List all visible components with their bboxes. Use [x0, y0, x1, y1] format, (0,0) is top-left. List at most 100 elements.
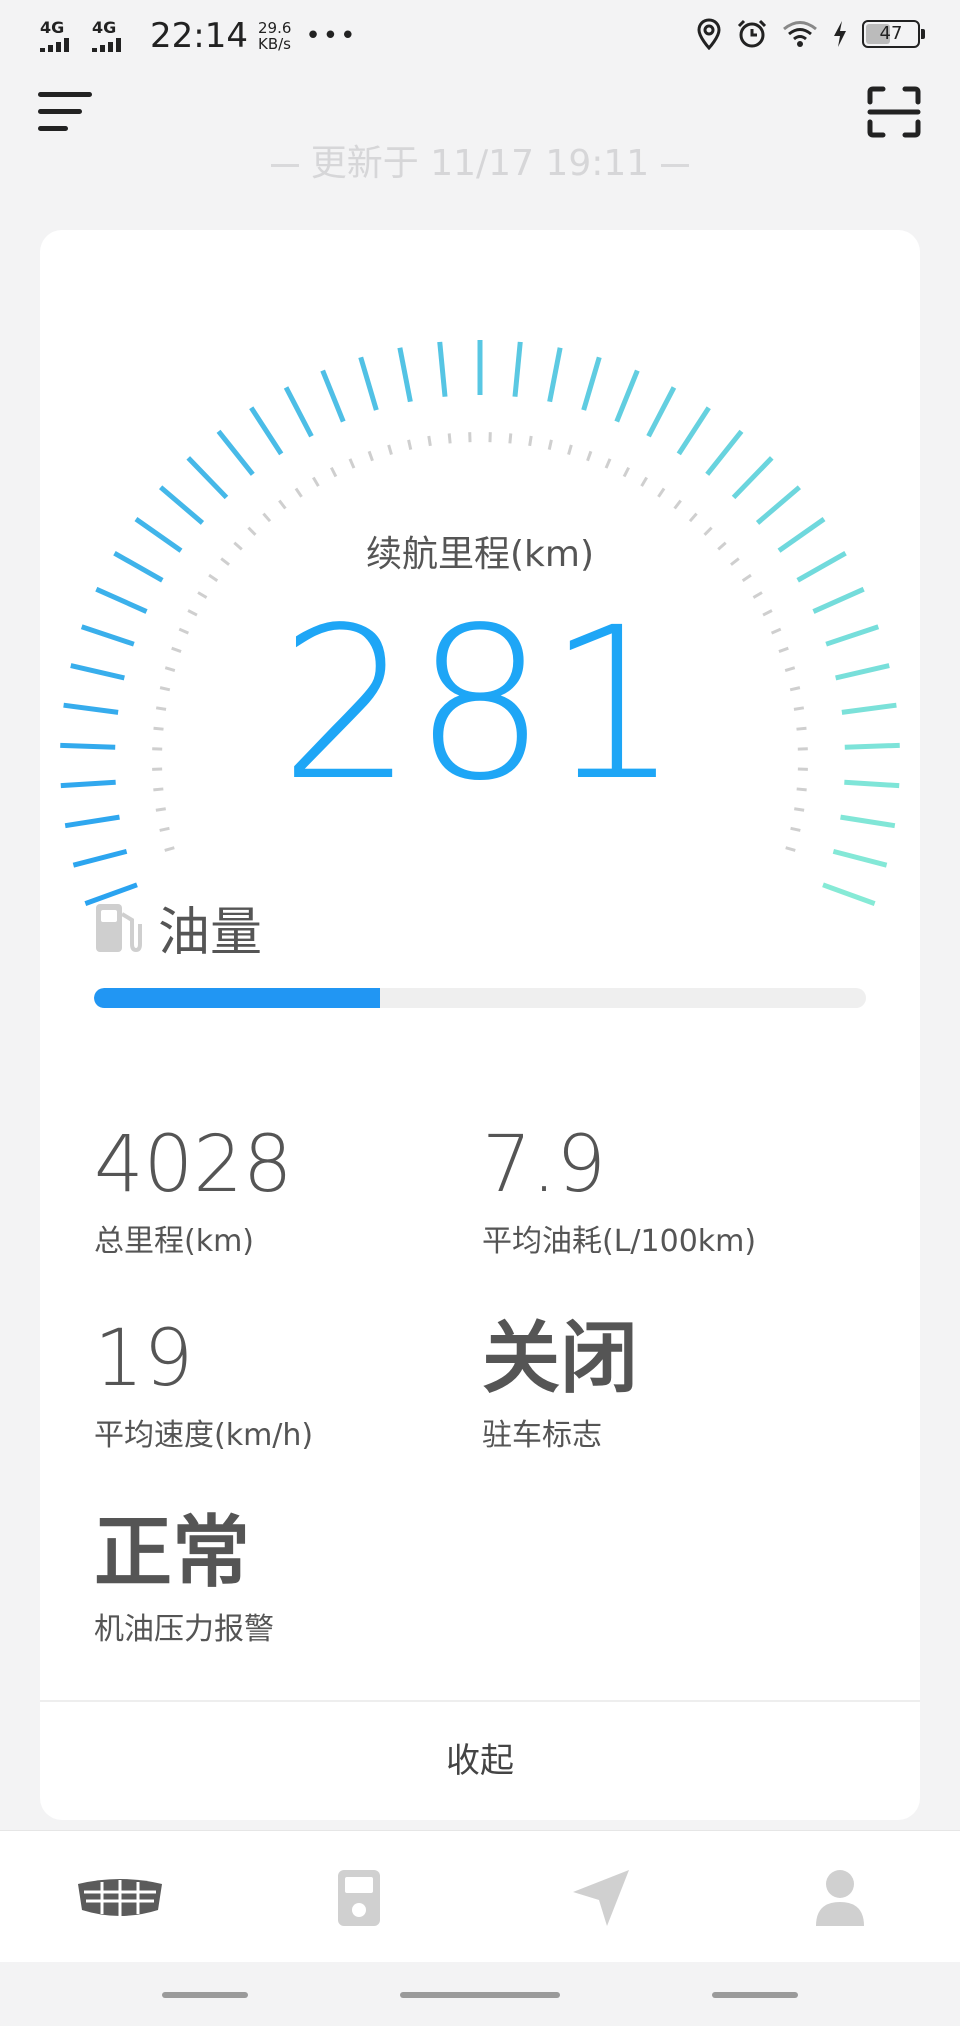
network-speed-unit: KB/s — [257, 35, 291, 53]
alarm-clock-icon — [737, 19, 767, 48]
gauge-minor-tick — [407, 439, 413, 450]
gauge-major-tick — [249, 406, 284, 456]
gauge-minor-tick — [262, 512, 272, 523]
scan-icon[interactable] — [866, 86, 922, 138]
gauge-minor-tick — [508, 433, 513, 444]
gauge-major-tick — [731, 456, 774, 500]
gauge-major-tick — [320, 369, 346, 423]
gauge-minor-tick — [348, 458, 356, 469]
network-type-2: 4G — [92, 18, 117, 37]
gauge-major-tick — [216, 429, 255, 476]
last-updated: 更新于 11/17 19:11 — [0, 134, 960, 186]
fuel-pump-icon — [96, 903, 142, 952]
cellular-signal-1-icon: 4G — [40, 20, 82, 52]
last-updated-text: 更新于 11/17 19:11 — [310, 143, 650, 184]
fuel-level-fill — [94, 988, 380, 1008]
stat-value: 7.9 — [482, 1120, 607, 1210]
stat-value: 关闭 — [482, 1314, 639, 1404]
range-label: 续航里程(km) — [365, 534, 594, 575]
clock-time: 22:14 — [150, 16, 248, 56]
gauge-minor-tick — [785, 846, 796, 852]
gauge-minor-tick — [159, 826, 170, 832]
vehicle-status-card: 续航里程(km) 281 油量 4028 总里程(km) 7.9 平均油耗(L/… — [40, 230, 920, 1820]
car-grille-icon — [78, 1879, 162, 1916]
gauge-major-tick — [397, 347, 413, 403]
menu-button[interactable] — [38, 90, 94, 132]
network-type-1: 4G — [40, 18, 65, 37]
gauge-minor-tick — [567, 444, 573, 455]
wifi-icon — [783, 21, 817, 47]
stat-oil-pressure-alarm: 正常 机油压力报警 — [94, 1508, 274, 1648]
gauge-minor-tick — [427, 435, 432, 447]
battery-icon: 47 — [862, 20, 925, 48]
gauge-minor-tick — [640, 476, 648, 487]
gauge-major-tick — [72, 848, 128, 868]
bottom-nav — [0, 1830, 960, 1963]
location-pin-icon — [697, 18, 721, 50]
gesture-handle-home[interactable] — [400, 1992, 560, 1998]
stat-label: 平均油耗(L/100km) — [482, 1224, 757, 1259]
gauge-major-tick — [186, 456, 229, 500]
navigation-arrow-icon — [573, 1870, 629, 1926]
gauge-major-tick — [283, 386, 314, 438]
stat-label: 驻车标志 — [482, 1418, 602, 1453]
gauge-major-tick — [614, 369, 640, 423]
gauge-minor-tick — [312, 476, 320, 487]
gauge-minor-tick — [622, 466, 630, 478]
gauge-major-tick — [512, 341, 523, 397]
fuel-pump-icon — [338, 1870, 380, 1926]
more-notifications-icon: ••• — [305, 21, 358, 51]
gauge-major-tick — [159, 485, 205, 525]
network-speed-value: 29.6 — [257, 19, 292, 37]
gauge-minor-tick — [673, 499, 682, 510]
gauge-minor-tick — [330, 466, 338, 478]
stat-value: 19 — [94, 1314, 194, 1404]
gauge-major-tick — [822, 882, 876, 906]
nav-item-car[interactable] — [70, 1853, 170, 1943]
gauge-minor-tick — [164, 846, 175, 852]
gauge-major-tick — [437, 341, 448, 397]
gauge-major-tick — [646, 386, 677, 438]
stat-avg-speed: 19 平均速度(km/h) — [94, 1314, 313, 1454]
gauge-minor-tick — [586, 450, 593, 462]
gauge-minor-tick — [278, 499, 287, 510]
stat-label: 总里程(km) — [94, 1224, 255, 1259]
gauge-major-tick — [755, 485, 801, 525]
network-speed: 29.6 KB/s — [258, 20, 291, 52]
gauge-minor-tick — [657, 487, 666, 498]
fuel-title: 油量 — [158, 903, 263, 963]
nav-item-navigation[interactable] — [551, 1853, 651, 1943]
gauge-minor-tick — [528, 435, 533, 447]
stat-avg-fuel-consumption: 7.9 平均油耗(L/100km) — [482, 1120, 756, 1260]
gauge-minor-tick — [790, 826, 801, 832]
gauge-major-tick — [581, 356, 602, 411]
gauge-minor-tick — [547, 439, 553, 450]
gauge-major-tick — [547, 347, 563, 403]
stat-parking-sign: 关闭 驻车标志 — [482, 1314, 638, 1454]
range-value: 281 — [279, 582, 681, 827]
stat-label: 机油压力报警 — [94, 1612, 274, 1647]
gesture-handle-right[interactable] — [712, 1992, 798, 1998]
stat-total-mileage: 4028 总里程(km) — [94, 1120, 293, 1260]
collapse-button[interactable]: 收起 — [40, 1702, 920, 1820]
gauge-minor-tick — [604, 458, 612, 469]
gauge-major-tick — [832, 848, 888, 868]
stat-label: 平均速度(km/h) — [94, 1418, 314, 1453]
fuel-level-bar — [94, 988, 866, 1008]
gesture-handle-left[interactable] — [162, 1992, 248, 1998]
gauge-minor-tick — [688, 512, 698, 523]
cellular-signal-2-icon: 4G — [92, 20, 134, 52]
system-gesture-bar — [0, 1962, 960, 2026]
person-icon — [816, 1870, 864, 1926]
gauge-major-tick — [705, 429, 744, 476]
fuel-header: 油量 — [92, 890, 262, 965]
stat-value: 4028 — [94, 1120, 293, 1210]
nav-item-fuel[interactable] — [309, 1853, 409, 1943]
gauge-major-tick — [358, 356, 379, 411]
nav-item-profile[interactable] — [790, 1853, 890, 1943]
battery-level: 47 — [879, 23, 903, 44]
gauge-minor-tick — [294, 487, 303, 498]
gauge-minor-tick — [387, 444, 393, 455]
charging-bolt-icon — [834, 21, 846, 47]
gauge-major-tick — [676, 406, 711, 456]
